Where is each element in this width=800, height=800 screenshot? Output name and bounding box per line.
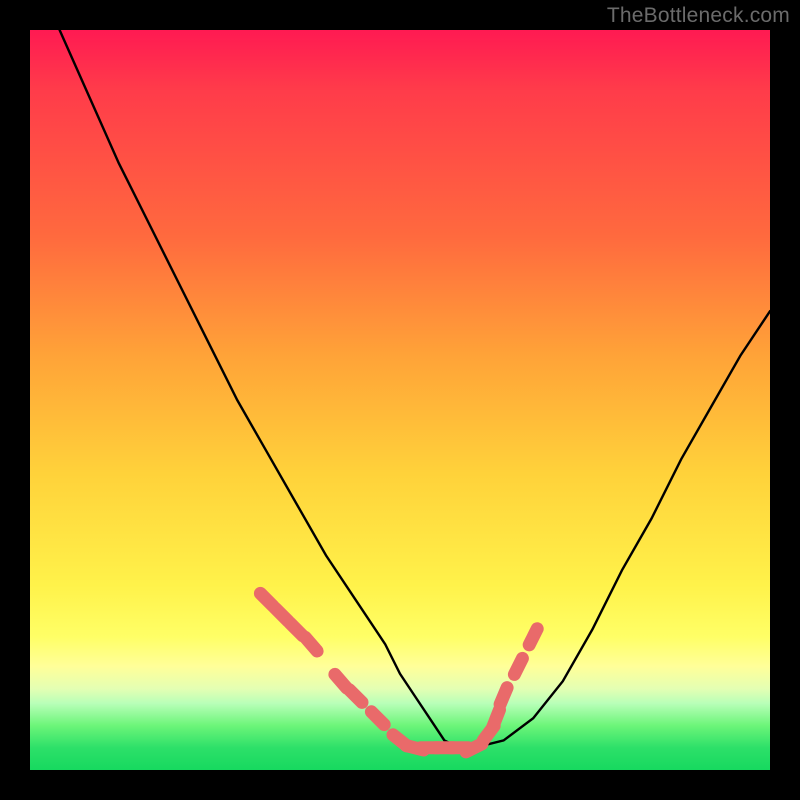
bottleneck-curve-line [60,30,770,748]
bottleneck-marker [493,710,500,727]
chart-frame: TheBottleneck.com [0,0,800,800]
bottleneck-marker [349,690,362,703]
chart-svg [30,30,770,770]
bottleneck-marker [371,712,384,725]
bottleneck-marker [529,629,537,645]
bottleneck-marker [514,658,522,674]
chart-plot-area [30,30,770,770]
bottleneck-marker [500,688,507,705]
watermark-text: TheBottleneck.com [607,4,790,28]
bottleneck-marker [305,637,317,651]
